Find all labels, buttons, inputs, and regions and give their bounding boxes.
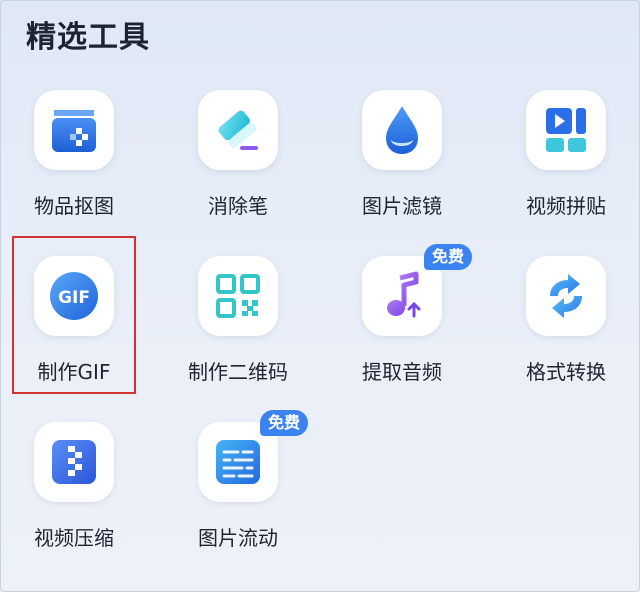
cutout-box-icon: [52, 110, 96, 152]
tool-video-compress[interactable]: 视频压缩: [4, 422, 144, 572]
tool-tile[interactable]: [198, 256, 278, 336]
tool-image-flow[interactable]: 免费 图片流动: [168, 410, 308, 572]
tool-tile[interactable]: [362, 90, 442, 170]
tool-tile[interactable]: [198, 90, 278, 170]
tool-tile[interactable]: [526, 256, 606, 336]
tool-video-collage[interactable]: 视频拼贴: [496, 90, 636, 240]
tool-label: 视频压缩: [34, 526, 114, 550]
convert-arrows-icon: [550, 274, 582, 318]
tool-label: 物品抠图: [34, 194, 114, 218]
tool-tile[interactable]: [34, 90, 114, 170]
tool-label: 格式转换: [526, 360, 606, 384]
music-note-icon: [387, 271, 421, 318]
tool-object-cutout[interactable]: 物品抠图: [4, 90, 144, 240]
tool-image-filter[interactable]: 图片滤镜: [332, 90, 472, 240]
free-badge: 免费: [424, 244, 472, 270]
tool-label: 图片流动: [198, 526, 278, 550]
video-compress-icon: [52, 440, 96, 484]
section-title: 精选工具: [26, 20, 150, 55]
video-collage-icon: [546, 108, 586, 152]
tool-format-convert[interactable]: 格式转换: [496, 256, 636, 406]
eraser-icon: [218, 110, 258, 150]
tool-tile[interactable]: [526, 90, 606, 170]
free-badge: 免费: [260, 410, 308, 436]
tool-tile[interactable]: [34, 422, 114, 502]
tool-label: 提取音频: [362, 360, 442, 384]
tool-eraser-pen[interactable]: 消除笔: [168, 90, 308, 240]
tool-label: 图片滤镜: [362, 194, 442, 218]
tool-label: 视频拼贴: [526, 194, 606, 218]
qr-code-icon: [216, 274, 260, 318]
tool-label: 消除笔: [208, 194, 268, 218]
water-drop-icon: [386, 106, 418, 154]
tool-extract-audio[interactable]: 免费 提取音频: [332, 244, 472, 406]
tool-label: 制作二维码: [188, 360, 288, 384]
tool-make-qr-code[interactable]: 制作二维码: [168, 256, 308, 406]
selection-highlight: [12, 236, 136, 394]
image-flow-icon: [216, 440, 260, 484]
